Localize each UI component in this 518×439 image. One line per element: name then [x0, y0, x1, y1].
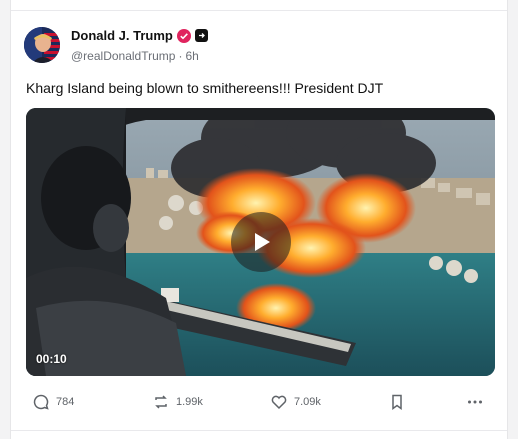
more-icon [468, 400, 482, 404]
post-card: Donald J. Trump @realDonaldTrump · 6h Kh… [10, 0, 508, 439]
reply-count: 784 [56, 396, 75, 408]
post-time[interactable]: 6h [185, 49, 198, 63]
like-button[interactable]: 7.09k [270, 393, 321, 411]
play-icon [255, 233, 270, 251]
post-text: Kharg Island being blown to smithereens!… [26, 80, 384, 96]
author-name[interactable]: Donald J. Trump [71, 28, 173, 43]
divider-top [11, 10, 507, 11]
divider-bottom [11, 430, 507, 431]
repost-icon [155, 395, 167, 409]
like-count: 7.09k [294, 396, 321, 408]
video-duration: 00:10 [36, 352, 67, 366]
bookmark-button[interactable] [388, 393, 406, 411]
repost-count: 1.99k [176, 396, 203, 408]
author-handle[interactable]: @realDonaldTrump [71, 49, 175, 63]
reply-icon [33, 394, 49, 410]
avatar[interactable] [24, 27, 60, 63]
separator-dot: · [178, 49, 183, 63]
verified-badge-icon [176, 28, 191, 43]
reply-button[interactable]: 784 [32, 393, 74, 411]
affiliate-badge-icon [194, 29, 208, 42]
video-player[interactable]: 00:10 [26, 108, 495, 376]
repost-button[interactable]: 1.99k [152, 393, 203, 411]
post-actions: 784 1.99k 7.09k [26, 393, 486, 417]
heart-icon [271, 395, 287, 410]
more-options-button[interactable] [466, 393, 484, 411]
bookmark-icon [392, 394, 402, 410]
play-button[interactable] [231, 212, 291, 272]
